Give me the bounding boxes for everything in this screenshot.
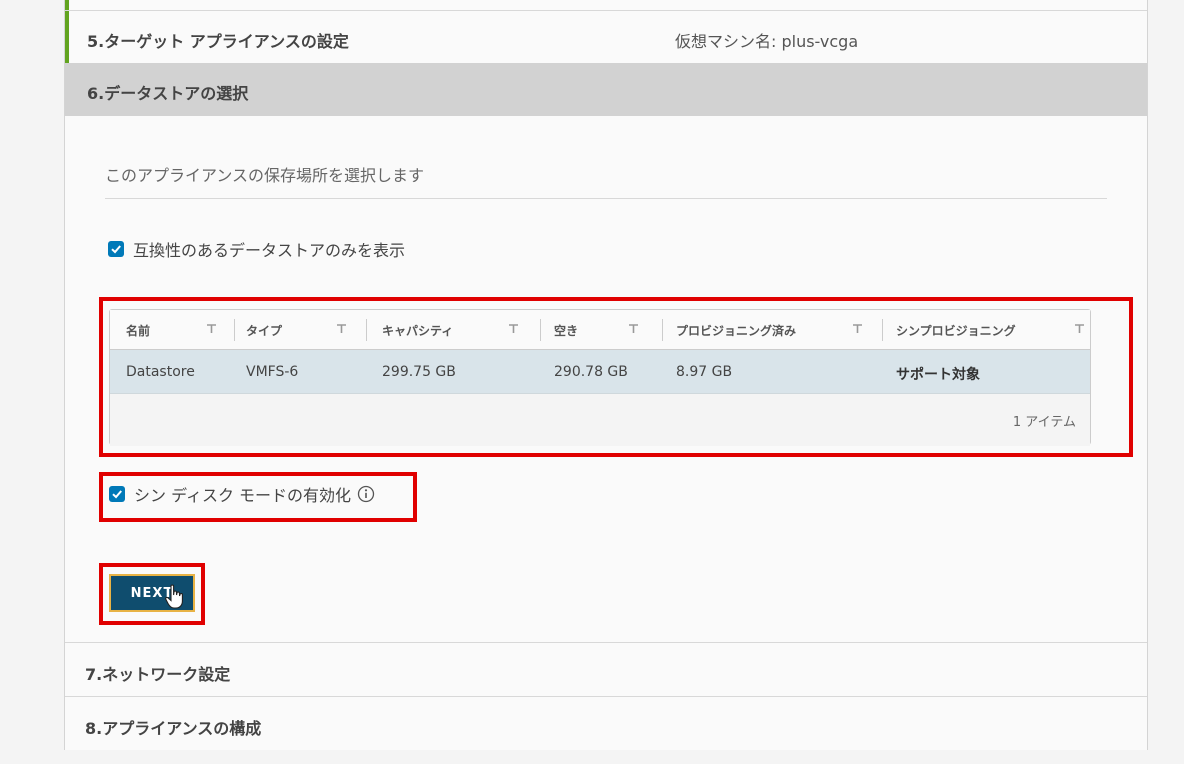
cell-thin-provisioning: サポート対象 (896, 367, 980, 383)
grid-footer: 1 アイテム (110, 394, 1090, 446)
column-header-name[interactable]: 名前 (126, 310, 232, 350)
column-header-free[interactable]: 空き (554, 310, 664, 350)
filter-icon[interactable] (336, 323, 347, 334)
hand-cursor-icon (165, 584, 183, 609)
vm-name-summary: 仮想マシン名: plus-vcga (675, 32, 859, 51)
column-header-capacity[interactable]: キャパシティ (382, 310, 548, 350)
step-7-row[interactable]: 7.ネットワーク設定 (65, 642, 1147, 696)
column-label: 空き (554, 323, 579, 338)
table-row[interactable]: Datastore VMFS-6 299.75 GB 290.78 GB 8.9… (110, 350, 1090, 394)
step-6-body: このアプライアンスの保存場所を選択します 互換性のあるデータストアのみを表示 名… (65, 116, 1147, 642)
check-icon (112, 490, 122, 499)
filter-icon[interactable] (508, 323, 519, 334)
step-8-row[interactable]: 8.アプライアンスの構成 (65, 696, 1147, 750)
column-header-thin-provisioning[interactable]: シンプロビジョニング (896, 310, 1086, 350)
previous-step-accent (65, 0, 69, 10)
step-5-title: 5.ターゲット アプライアンスの設定 (87, 32, 349, 51)
filter-icon[interactable] (852, 323, 863, 334)
column-header-type[interactable]: タイプ (246, 310, 368, 350)
column-separator (540, 319, 541, 341)
compat-datastore-label: 互換性のあるデータストアのみを表示 (133, 241, 406, 260)
cell-provisioned: 8.97 GB (676, 364, 733, 380)
step-5-row[interactable]: 5.ターゲット アプライアンスの設定 仮想マシン名: plus-vcga (65, 11, 1147, 63)
thin-disk-checkbox[interactable] (109, 486, 125, 502)
cell-type: VMFS-6 (246, 364, 299, 380)
cell-free: 290.78 GB (554, 364, 628, 380)
cell-name: Datastore (126, 364, 195, 380)
column-separator (366, 319, 367, 341)
check-icon (111, 245, 121, 254)
filter-icon[interactable] (206, 323, 217, 334)
datastore-grid: 名前 タイプ キャパシティ 空き プロビジョニング済み シンプロビジョニング D… (109, 309, 1091, 446)
info-icon[interactable] (357, 485, 375, 503)
column-label: タイプ (246, 323, 283, 338)
column-separator (882, 319, 883, 341)
column-label: 名前 (126, 323, 151, 338)
divider (105, 198, 1107, 199)
column-label: キャパシティ (382, 323, 454, 338)
thin-disk-checkbox-row[interactable]: シン ディスク モードの有効化 (109, 482, 375, 506)
step-7-title: 7.ネットワーク設定 (85, 665, 231, 684)
step-6-header[interactable]: 6.データストアの選択 (65, 63, 1147, 116)
step-6-title: 6.データストアの選択 (87, 84, 249, 103)
step-description: このアプライアンスの保存場所を選択します (105, 166, 425, 185)
item-count: 1 アイテム (1012, 415, 1076, 430)
cell-capacity: 299.75 GB (382, 364, 456, 380)
column-separator (662, 319, 663, 341)
filter-icon[interactable] (628, 323, 639, 334)
grid-header: 名前 タイプ キャパシティ 空き プロビジョニング済み シンプロビジョニング (110, 310, 1090, 350)
column-header-provisioned[interactable]: プロビジョニング済み (676, 310, 882, 350)
deploy-wizard: 5.ターゲット アプライアンスの設定 仮想マシン名: plus-vcga 6.デ… (64, 0, 1148, 750)
column-label: シンプロビジョニング (896, 323, 1016, 338)
filter-icon[interactable] (1074, 323, 1085, 334)
thin-disk-label: シン ディスク モードの有効化 (134, 486, 352, 505)
column-separator (234, 319, 235, 341)
step-8-title: 8.アプライアンスの構成 (85, 719, 262, 738)
column-label: プロビジョニング済み (676, 323, 797, 338)
compat-datastore-checkbox[interactable] (108, 241, 124, 257)
compat-datastore-checkbox-row[interactable]: 互換性のあるデータストアのみを表示 (108, 237, 405, 261)
